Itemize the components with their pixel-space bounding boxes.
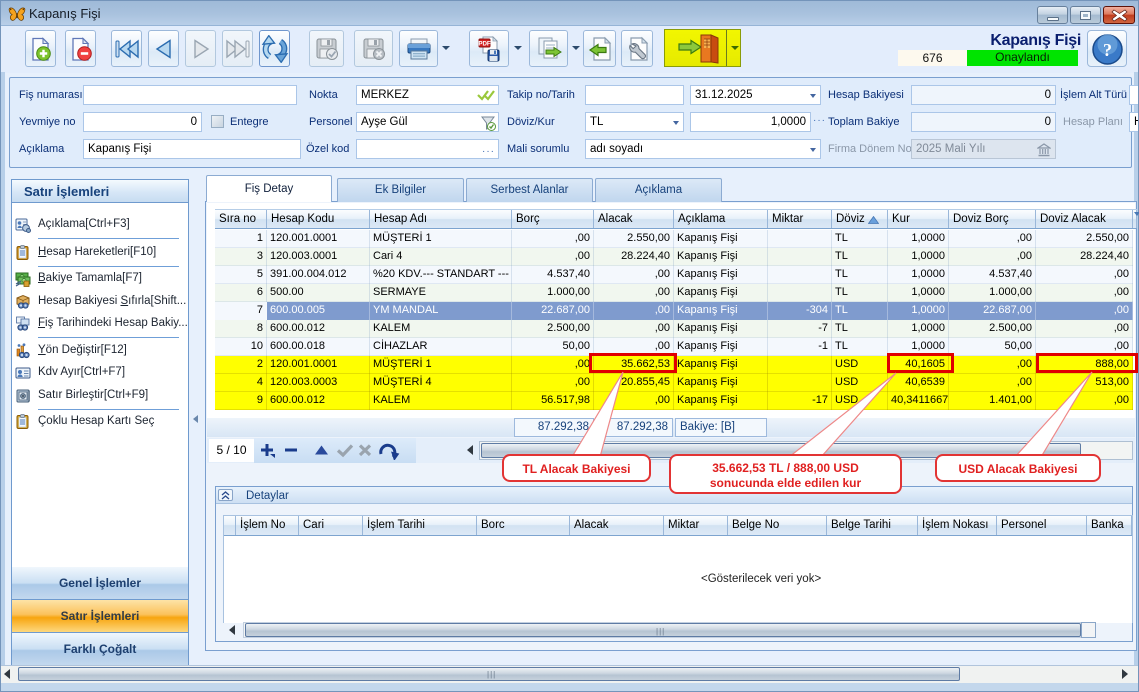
svg-text:?: ? — [1103, 40, 1112, 60]
svg-text:PDF: PDF — [478, 40, 491, 47]
